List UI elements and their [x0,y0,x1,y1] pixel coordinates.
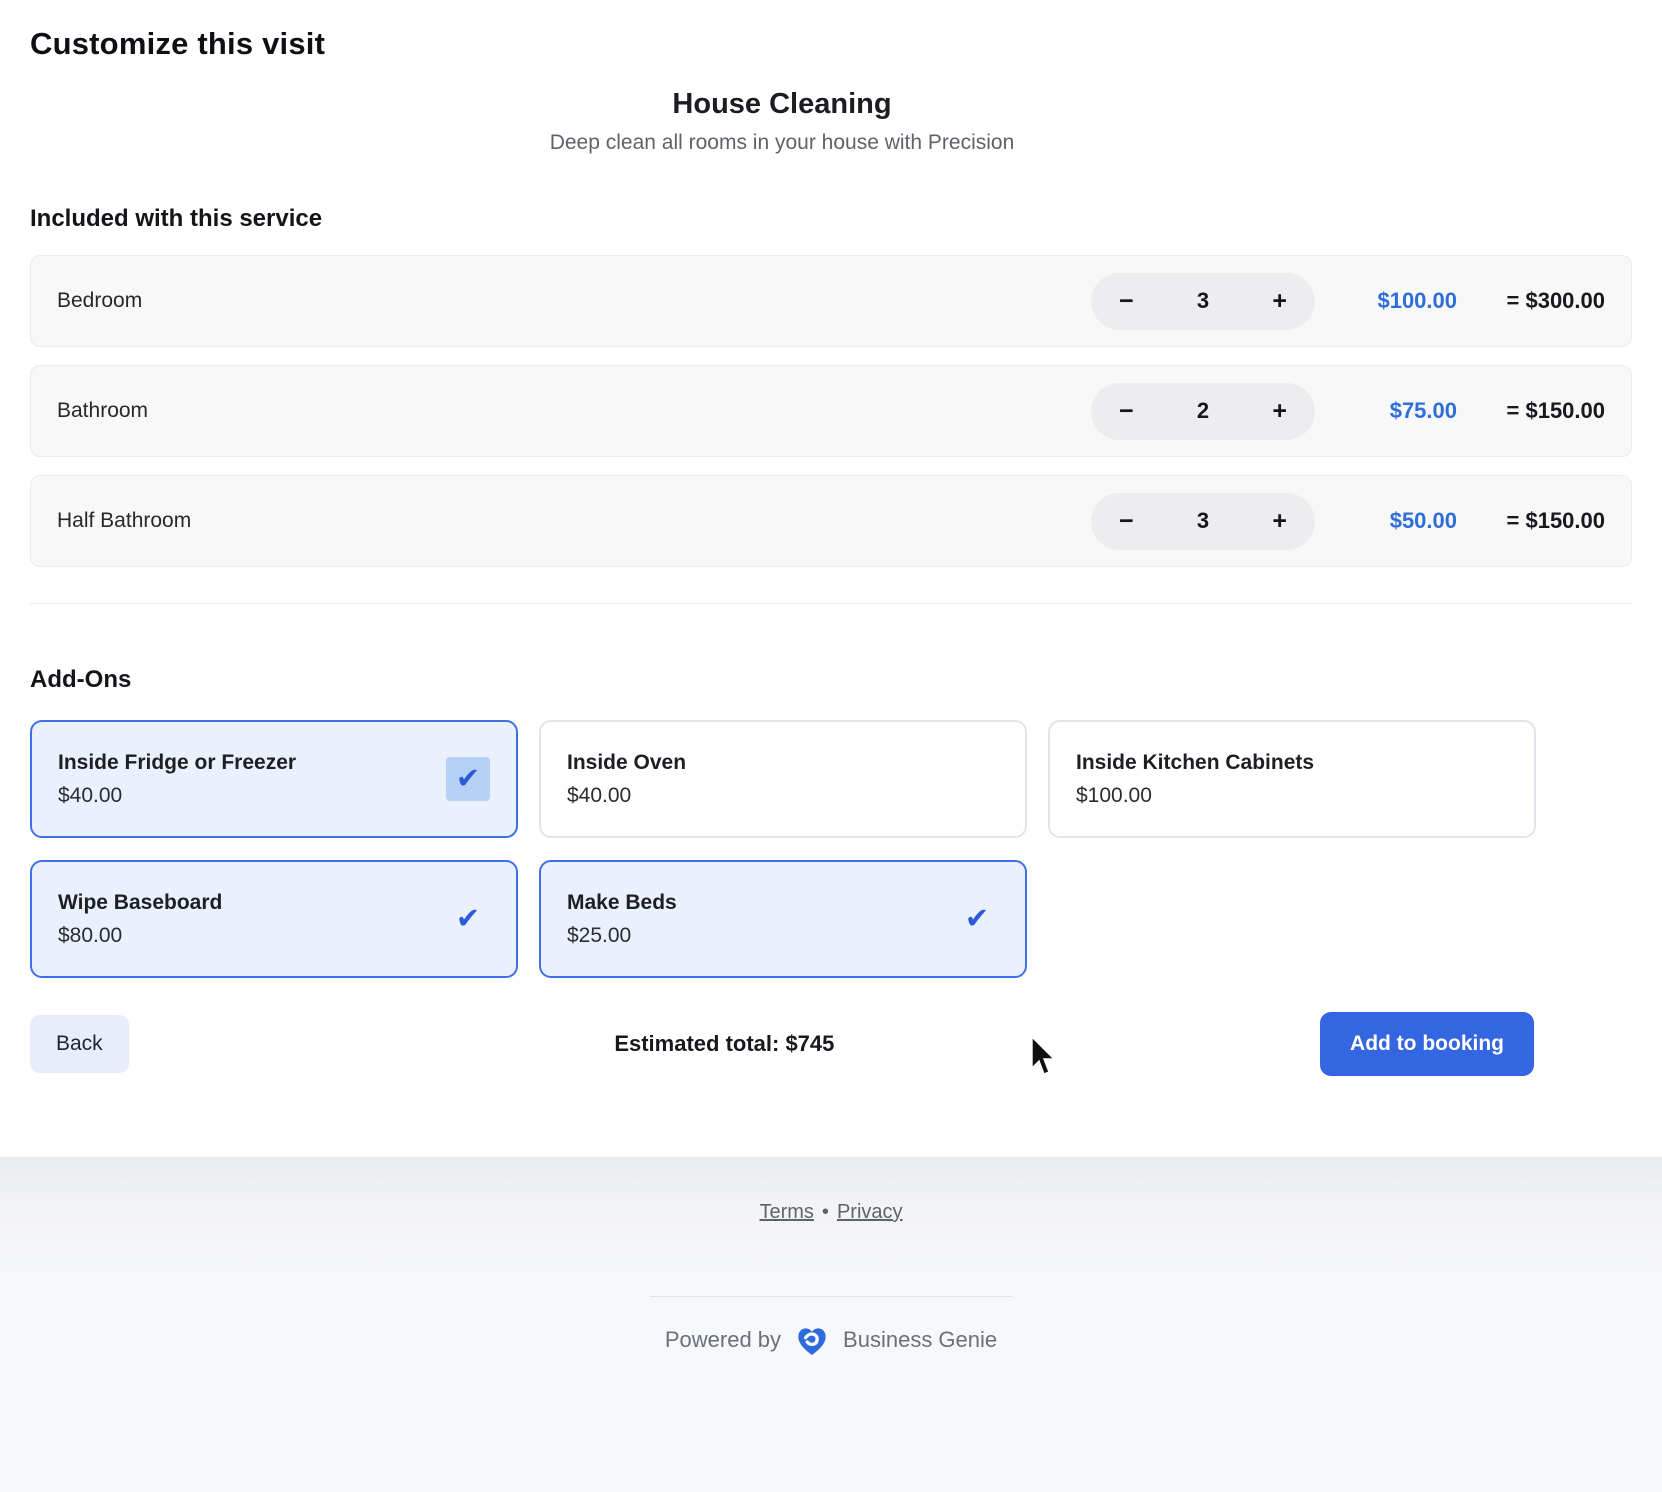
check-icon: ✔ [446,897,490,941]
included-row-bathroom: Bathroom − 2 + $75.00 = $150.00 [30,365,1632,457]
quantity-stepper: − 3 + [1091,273,1315,330]
quantity-value: 3 [1197,508,1209,534]
line-total: = $150.00 [1483,508,1605,534]
addons-grid: Inside Fridge or Freezer $40.00 ✔ Inside… [30,720,1632,978]
line-total: = $150.00 [1483,398,1605,424]
powered-by-prefix: Powered by [665,1327,781,1353]
check-icon: ✔ [446,757,490,801]
minus-icon[interactable]: − [1115,509,1138,534]
addon-price: $40.00 [58,784,296,808]
addon-price: $25.00 [567,924,677,948]
page-background: Terms • Privacy Powered by Business Genie [0,1157,1662,1492]
included-row-half-bathroom: Half Bathroom − 3 + $50.00 = $150.00 [30,475,1632,567]
add-to-booking-button[interactable]: Add to booking [1320,1012,1534,1076]
estimated-total: Estimated total: $745 [129,1031,1320,1057]
addon-title: Inside Kitchen Cabinets [1076,751,1314,775]
business-genie-logo-icon [793,1321,831,1359]
service-description: Deep clean all rooms in your house with … [30,131,1534,155]
privacy-link[interactable]: Privacy [837,1201,903,1223]
page-title: Customize this visit [30,0,1632,62]
addon-wipe-baseboard[interactable]: Wipe Baseboard $80.00 ✔ [30,860,518,978]
section-divider [30,603,1632,604]
powered-by: Powered by Business Genie [0,1321,1662,1359]
quantity-value: 2 [1197,398,1209,424]
mouse-cursor-icon [1030,1036,1060,1078]
unit-price: $100.00 [1339,288,1457,314]
powered-by-brand: Business Genie [843,1327,997,1353]
terms-link[interactable]: Terms [759,1201,813,1223]
unit-price: $75.00 [1339,398,1457,424]
addon-title: Inside Oven [567,751,686,775]
quantity-stepper: − 3 + [1091,493,1315,550]
customize-visit-panel: Customize this visit House Cleaning Deep… [0,0,1662,1157]
addon-title: Inside Fridge or Freezer [58,751,296,775]
addons-section-heading: Add-Ons [30,666,1632,694]
footer-divider [650,1296,1012,1297]
back-button[interactable]: Back [30,1015,129,1073]
addon-title: Wipe Baseboard [58,891,222,915]
line-total: = $300.00 [1483,288,1605,314]
check-icon: ✔ [955,897,999,941]
minus-icon[interactable]: − [1115,399,1138,424]
addon-inside-fridge-or-freezer[interactable]: Inside Fridge or Freezer $40.00 ✔ [30,720,518,838]
addon-price: $80.00 [58,924,222,948]
legal-separator: • [822,1201,829,1223]
plus-icon[interactable]: + [1268,509,1291,534]
row-label: Bedroom [57,289,142,313]
legal-links: Terms • Privacy [0,1157,1662,1224]
quantity-value: 3 [1197,288,1209,314]
addon-price: $40.00 [567,784,686,808]
addon-make-beds[interactable]: Make Beds $25.00 ✔ [539,860,1027,978]
included-row-bedroom: Bedroom − 3 + $100.00 = $300.00 [30,255,1632,347]
addon-inside-oven[interactable]: Inside Oven $40.00 ✔ [539,720,1027,838]
addon-inside-kitchen-cabinets[interactable]: Inside Kitchen Cabinets $100.00 ✔ [1048,720,1536,838]
service-header: House Cleaning Deep clean all rooms in y… [30,88,1534,155]
minus-icon[interactable]: − [1115,289,1138,314]
addon-title: Make Beds [567,891,677,915]
addon-price: $100.00 [1076,784,1314,808]
plus-icon[interactable]: + [1268,289,1291,314]
included-section-heading: Included with this service [30,205,1632,233]
quantity-stepper: − 2 + [1091,383,1315,440]
row-label: Half Bathroom [57,509,191,533]
footer-action-bar: Back Estimated total: $745 Add to bookin… [30,1012,1534,1076]
unit-price: $50.00 [1339,508,1457,534]
row-label: Bathroom [57,399,148,423]
plus-icon[interactable]: + [1268,399,1291,424]
service-name: House Cleaning [30,88,1534,121]
